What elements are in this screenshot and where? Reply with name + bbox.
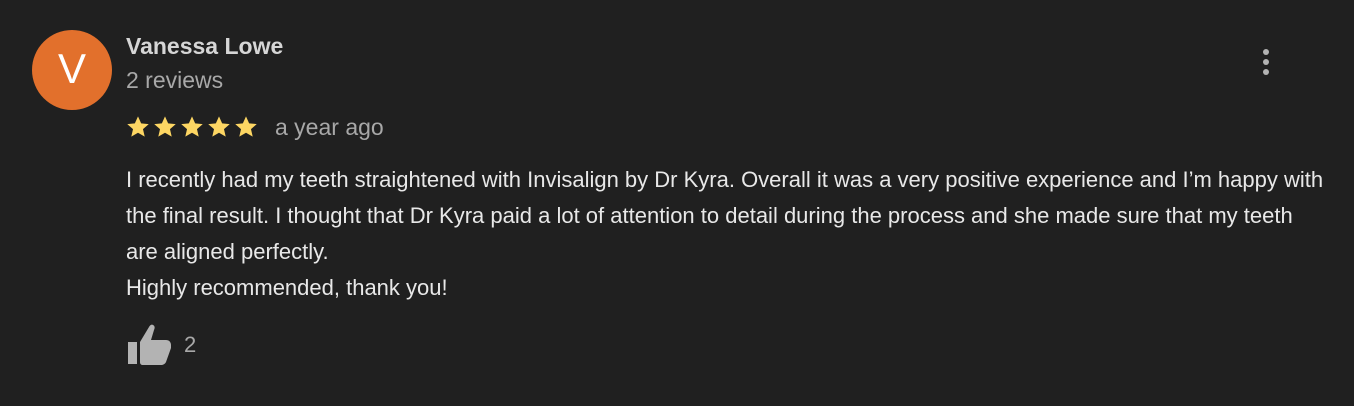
star-icon — [154, 116, 176, 137]
review-card: V Vanessa Lowe 2 reviews a year ago I re… — [0, 0, 1354, 406]
star-icon — [235, 116, 257, 137]
star-icon — [181, 116, 203, 137]
avatar-initial: V — [57, 45, 86, 92]
rating-row: a year ago — [125, 112, 384, 142]
star-icon — [127, 116, 149, 137]
more-options-button[interactable] — [1250, 44, 1282, 80]
star-icon — [208, 116, 230, 137]
review-count: 2 reviews — [126, 67, 224, 93]
review-text-line: I recently had my teeth straightened wit… — [126, 167, 1324, 264]
like-button[interactable] — [126, 322, 174, 368]
review-text-line: Highly recommended, thank you! — [126, 275, 448, 300]
like-row: 2 — [126, 322, 196, 368]
reviewer-name[interactable]: Vanessa Lowe — [126, 32, 283, 60]
like-count: 2 — [184, 332, 197, 357]
more-vert-icon — [1263, 49, 1269, 55]
star-rating — [125, 114, 259, 140]
avatar[interactable]: V — [32, 30, 112, 110]
review-date: a year ago — [275, 114, 384, 140]
review-text: I recently had my teeth straightened wit… — [126, 162, 1326, 306]
thumbs-up-icon — [128, 324, 171, 365]
